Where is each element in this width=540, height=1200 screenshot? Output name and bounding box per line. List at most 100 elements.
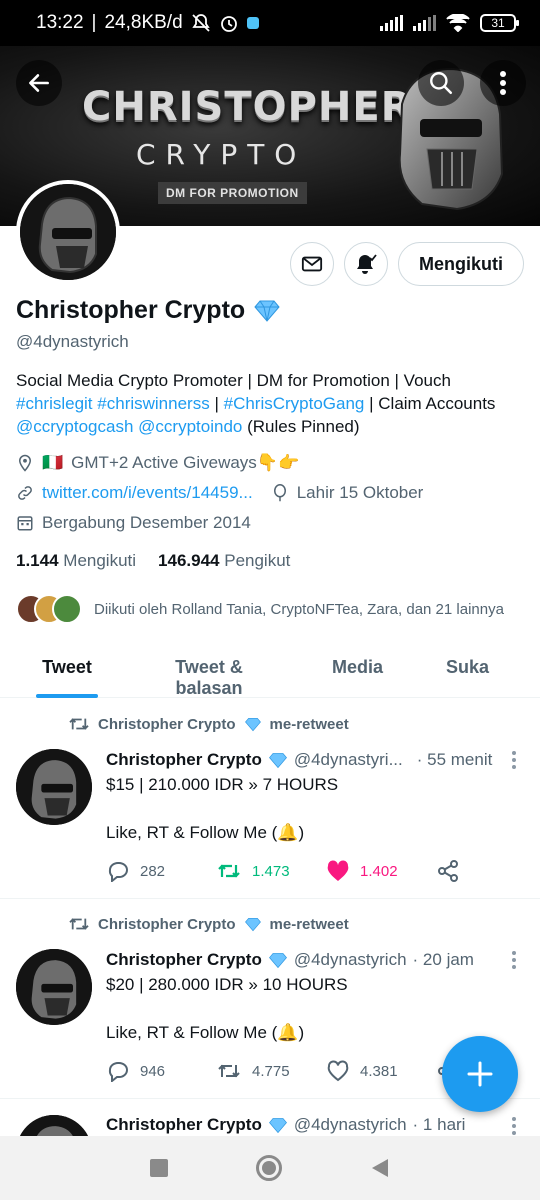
retweet-icon bbox=[69, 718, 89, 730]
wifi-icon bbox=[446, 14, 470, 32]
tweet-header: Christopher Crypto @4dynastyri... · 55 m… bbox=[106, 750, 492, 770]
profile-name-text: Christopher Crypto bbox=[16, 296, 246, 324]
share-button[interactable] bbox=[436, 859, 476, 883]
profile-joined: Bergabung Desember 2014 bbox=[16, 513, 251, 533]
share-icon bbox=[438, 860, 458, 882]
tab-tweets[interactable]: Tweet bbox=[36, 640, 98, 698]
retweet-icon bbox=[218, 1064, 240, 1078]
diamond-icon bbox=[268, 952, 287, 968]
location-flag: 🇮🇹 bbox=[42, 453, 64, 472]
notifications-muted-icon bbox=[191, 14, 210, 32]
bio-line-2: #chrislegit #chriswinnerss | #ChrisCrypt… bbox=[16, 392, 526, 415]
bio-line-3: @ccryptogcash @ccryptoindo (Rules Pinned… bbox=[16, 415, 526, 438]
heart-icon bbox=[327, 1060, 349, 1082]
profile-location: 🇮🇹 GMT+2 Active Giveways👇👉 bbox=[16, 453, 299, 473]
helmet-avatar-icon bbox=[16, 1115, 92, 1136]
tweet-author-name[interactable]: Christopher Crypto bbox=[106, 950, 262, 970]
tweet-text: $15 | 210.000 IDR » 7 HOURS Like, RT & F… bbox=[106, 775, 339, 842]
tweet-avatar[interactable] bbox=[16, 749, 92, 825]
reply-button[interactable]: 282 bbox=[106, 860, 216, 882]
tab-tweets-replies[interactable]: Tweet & balasan bbox=[142, 640, 276, 698]
reply-count: 946 bbox=[140, 1062, 166, 1080]
tweet-author-name[interactable]: Christopher Crypto bbox=[106, 1115, 262, 1135]
status-time: 13:22 bbox=[36, 12, 84, 33]
hashtag-link[interactable]: #ChrisCryptoGang bbox=[224, 394, 365, 413]
arrow-left-icon bbox=[29, 74, 49, 92]
diamond-icon bbox=[254, 300, 280, 322]
profile-website-row: twitter.com/i/events/14459... Lahir 15 O… bbox=[16, 483, 423, 503]
compose-tweet-button[interactable] bbox=[442, 1036, 518, 1112]
retweet-icon bbox=[69, 918, 89, 930]
profile-bio: Social Media Crypto Promoter | DM for Pr… bbox=[16, 369, 526, 438]
tweet-item[interactable]: Christopher Crypto me-retweet Christophe… bbox=[0, 699, 540, 899]
tweet-author-handle[interactable]: @4dynastyrich bbox=[294, 950, 407, 970]
following-button[interactable]: Mengikuti bbox=[398, 242, 524, 286]
tweet-time: · 20 jam bbox=[412, 950, 474, 969]
hashtag-link[interactable]: #chrislegit bbox=[16, 394, 93, 413]
recents-button[interactable] bbox=[150, 1159, 168, 1177]
like-count: 1.402 bbox=[360, 862, 398, 880]
profile-tabs: Tweet Tweet & balasan Media Suka bbox=[0, 640, 540, 698]
message-button[interactable] bbox=[290, 242, 334, 286]
retweet-button[interactable]: 1.473 bbox=[216, 861, 326, 881]
like-button[interactable]: 1.402 bbox=[326, 860, 436, 882]
tweet-menu-button[interactable] bbox=[512, 951, 516, 972]
helmet-avatar-icon bbox=[16, 749, 92, 825]
search-icon bbox=[430, 72, 453, 95]
banner-subtitle: CRYPTO bbox=[136, 138, 307, 171]
tweet-author-handle[interactable]: @4dynastyri... bbox=[294, 750, 403, 770]
followed-by[interactable]: Diikuti oleh Rolland Tania, CryptoNFTea,… bbox=[16, 594, 504, 624]
tweet-author-name[interactable]: Christopher Crypto bbox=[106, 750, 262, 770]
bell-check-icon bbox=[357, 254, 377, 274]
hashtag-link[interactable]: #chriswinnerss bbox=[97, 394, 209, 413]
tab-media[interactable]: Media bbox=[332, 640, 383, 697]
followed-by-text: Diikuti oleh Rolland Tania, CryptoNFTea,… bbox=[94, 600, 504, 618]
profile-handle: @4dynastyrich bbox=[16, 332, 129, 351]
reply-count: 282 bbox=[140, 862, 166, 880]
link-icon bbox=[18, 486, 32, 500]
banner-tag: DM FOR PROMOTION bbox=[158, 182, 307, 204]
mention-link[interactable]: @ccryptoindo bbox=[138, 417, 242, 436]
reply-icon bbox=[108, 1062, 128, 1082]
diamond-icon bbox=[244, 917, 261, 931]
banner-title: CHRISTOPHER bbox=[82, 84, 413, 130]
plus-icon bbox=[467, 1061, 493, 1087]
home-button[interactable] bbox=[256, 1155, 282, 1181]
search-button[interactable] bbox=[418, 60, 464, 106]
reply-button[interactable]: 946 bbox=[106, 1060, 216, 1082]
retweet-button[interactable]: 4.775 bbox=[216, 1061, 326, 1081]
like-button[interactable]: 4.381 bbox=[326, 1060, 436, 1082]
tweet-menu-button[interactable] bbox=[512, 751, 516, 772]
tab-likes[interactable]: Suka bbox=[446, 640, 489, 697]
following-count: 1.144 bbox=[16, 551, 59, 570]
status-net-speed: 24,8KB/d bbox=[104, 12, 183, 33]
tweet-menu-button[interactable] bbox=[512, 1117, 516, 1136]
follower-avatar bbox=[52, 594, 82, 624]
retweet-count: 1.473 bbox=[252, 862, 290, 880]
notifications-button[interactable] bbox=[344, 242, 388, 286]
retweet-by-name: Christopher Crypto bbox=[98, 915, 236, 933]
mention-link[interactable]: @ccryptogcash bbox=[16, 417, 133, 436]
retweet-by-name: Christopher Crypto bbox=[98, 715, 236, 733]
status-separator: | bbox=[91, 12, 97, 33]
retweet-context: Christopher Crypto me-retweet bbox=[68, 715, 349, 733]
tweet-author-handle[interactable]: @4dynastyrich bbox=[294, 1115, 407, 1135]
retweet-suffix: me-retweet bbox=[269, 915, 349, 933]
tweet-avatar[interactable] bbox=[16, 1115, 92, 1136]
followers-count-link[interactable]: 146.944 Pengikut bbox=[158, 551, 290, 571]
tweet-avatar[interactable] bbox=[16, 949, 92, 1025]
reply-icon bbox=[108, 862, 128, 882]
following-count-link[interactable]: 1.144 Mengikuti bbox=[16, 551, 136, 571]
helmet-avatar-icon bbox=[20, 184, 116, 280]
tweet-header: Christopher Crypto @4dynastyrich · 20 ja… bbox=[106, 950, 474, 970]
profile-avatar[interactable] bbox=[16, 180, 120, 284]
back-nav-button[interactable] bbox=[370, 1157, 390, 1179]
system-nav-bar bbox=[0, 1136, 540, 1200]
battery-icon: 31 bbox=[480, 14, 519, 32]
app-notification-icon bbox=[246, 17, 259, 29]
joined-text: Bergabung Desember 2014 bbox=[42, 513, 251, 532]
website-link[interactable]: twitter.com/i/events/14459... bbox=[42, 483, 253, 503]
back-button[interactable] bbox=[16, 60, 62, 106]
bio-line-1: Social Media Crypto Promoter | DM for Pr… bbox=[16, 371, 451, 390]
overflow-menu-button[interactable] bbox=[480, 60, 526, 106]
